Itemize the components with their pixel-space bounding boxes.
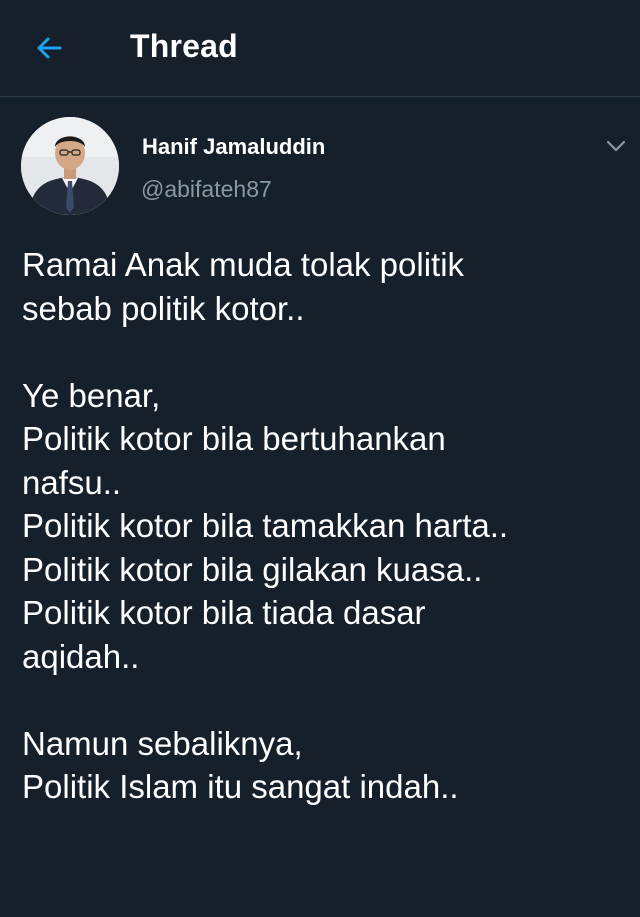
tweet-line: sebab politik kotor.. [22,289,305,327]
top-bar: Thread [0,0,640,97]
tweet-line: Ye benar, [22,376,161,414]
more-options-button[interactable] [604,136,628,156]
author-name[interactable]: Hanif Jamaluddin [142,134,325,160]
tweet-line: nafsu.. [22,463,122,501]
tweet-line: Ramai Anak muda tolak politik [22,246,465,283]
tweet-line: Namun sebaliknya, [22,724,303,762]
thread-screen: Thread Hanif Jamaluddin @abifateh87 Rama… [0,0,640,917]
user-photo [21,117,119,215]
tweet-line: Politik kotor bila tiada dasar [22,594,426,631]
tweet-text: Ramai Anak muda tolak politik sebab poli… [22,243,622,809]
tweet-line: Politik kotor bila gilakan kuasa.. [22,550,483,588]
tweet-line: Politik kotor bila bertuhankan [22,420,446,457]
tweet-line: Politik Islam itu sangat indah.. [22,768,459,805]
arrow-left-icon [37,37,62,59]
page-title: Thread [130,28,238,64]
tweet-line: aqidah.. [22,637,140,675]
chevron-down-icon [606,140,626,152]
avatar[interactable] [21,117,119,215]
back-button[interactable] [30,28,70,68]
tweet-line: Politik kotor bila tamakkan harta.. [22,507,509,544]
author-handle[interactable]: @abifateh87 [141,176,272,203]
